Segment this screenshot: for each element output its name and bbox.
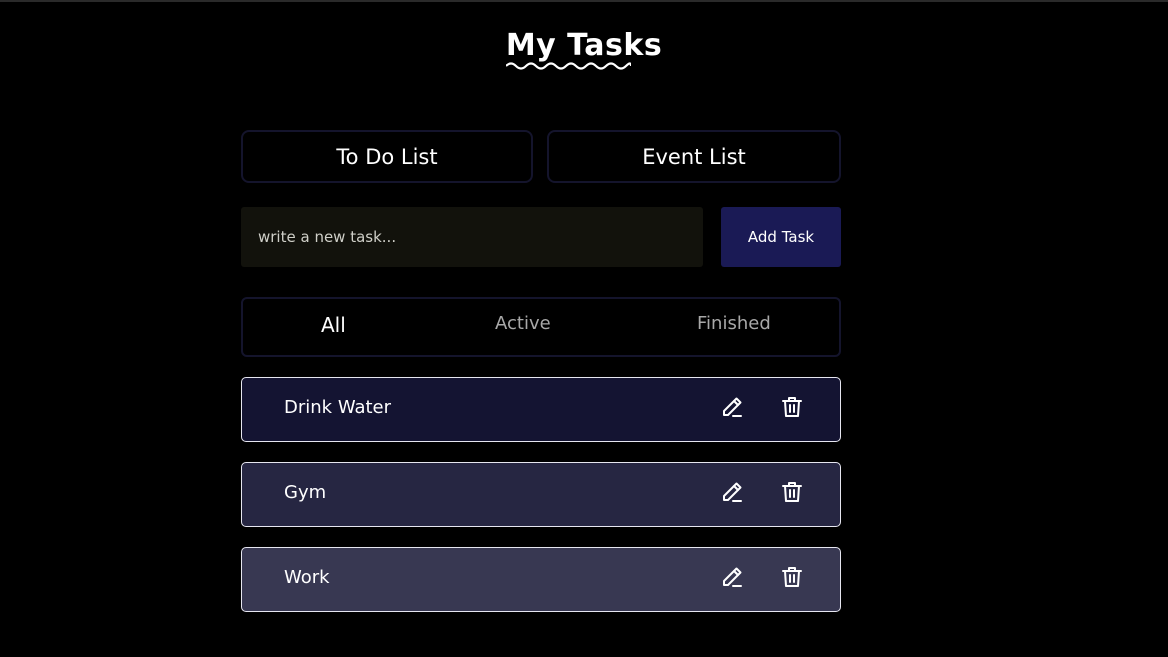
pencil-icon[interactable] xyxy=(719,394,745,420)
task-label: Work xyxy=(284,567,330,588)
filter-bar: All Active Finished xyxy=(241,297,841,357)
task-item[interactable]: Gym xyxy=(241,462,841,527)
tab-event-list[interactable]: Event List xyxy=(547,130,841,183)
task-item[interactable]: Work xyxy=(241,547,841,612)
pencil-icon[interactable] xyxy=(719,479,745,505)
task-label: Drink Water xyxy=(284,397,392,418)
tab-to-do-list[interactable]: To Do List xyxy=(241,130,533,183)
page-title-wrap: My Tasks xyxy=(505,28,663,70)
trash-icon[interactable] xyxy=(779,479,805,505)
list-tabs: To Do List Event List xyxy=(241,130,841,185)
top-border xyxy=(0,0,1168,2)
page-title: My Tasks xyxy=(505,28,663,63)
filter-finished[interactable]: Finished xyxy=(697,313,771,334)
trash-icon[interactable] xyxy=(779,394,805,420)
trash-icon[interactable] xyxy=(779,564,805,590)
wavy-underline-decoration xyxy=(505,62,631,70)
task-item[interactable]: Drink Water xyxy=(241,377,841,442)
filter-all[interactable]: All xyxy=(321,313,346,337)
task-label: Gym xyxy=(284,482,327,503)
new-task-input[interactable] xyxy=(241,207,703,267)
add-task-button[interactable]: Add Task xyxy=(721,207,841,267)
page-title-container: My Tasks xyxy=(0,28,1168,70)
filter-active[interactable]: Active xyxy=(495,313,551,334)
pencil-icon[interactable] xyxy=(719,564,745,590)
